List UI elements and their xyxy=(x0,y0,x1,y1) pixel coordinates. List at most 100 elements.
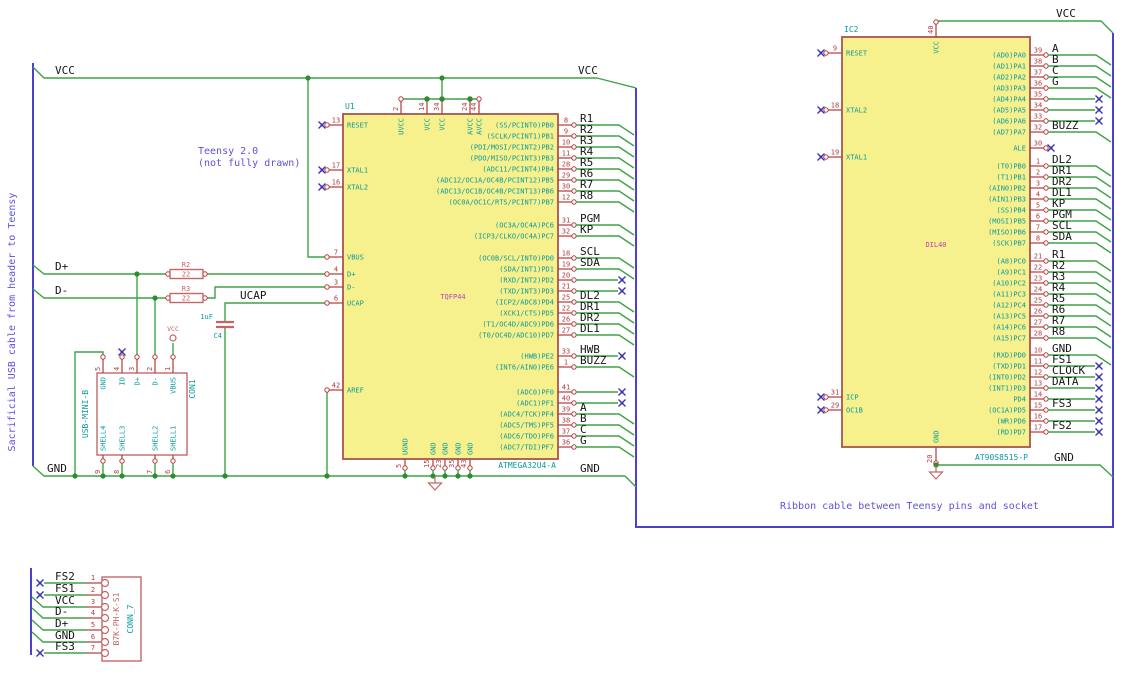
pin-number: 42 xyxy=(332,382,340,390)
pin-terminal xyxy=(1043,163,1049,169)
pin-name: VBUS xyxy=(170,377,178,394)
c4-reference: C4 xyxy=(214,332,222,340)
net-label-gnd-left[interactable]: GND xyxy=(47,462,67,475)
pin-number: 24 xyxy=(461,103,469,111)
net-label-BUZZ[interactable]: BUZZ xyxy=(1052,119,1079,132)
pin-terminal xyxy=(571,199,577,205)
wire-gnd-bus-entry[interactable] xyxy=(624,475,637,488)
pin-number: 2 xyxy=(146,367,154,371)
pin-number: 31 xyxy=(562,217,570,225)
net-label-dplus[interactable]: D+ xyxy=(55,260,69,273)
pin-name: (ADC13/OC1B/OC4B/PCINT13)PB6 xyxy=(436,188,554,196)
pin-name: (ADC4/TCK)PF4 xyxy=(499,411,554,419)
pin-name: (SS/PCINT0)PB0 xyxy=(495,122,554,130)
conn7-pin-ring xyxy=(100,637,110,647)
wire-ic2-gnd[interactable] xyxy=(936,464,1114,478)
net-label-SDA[interactable]: SDA xyxy=(1052,230,1072,243)
net-wire-G[interactable] xyxy=(576,446,635,458)
conn7-pin-ring xyxy=(100,613,110,623)
wire-dplus-left[interactable] xyxy=(32,264,170,275)
pin-name: (RXD/INT2)PD2 xyxy=(499,277,554,285)
pin-name: AREF xyxy=(347,387,364,395)
pin-name: (OC3A/OC4A)PC6 xyxy=(495,222,554,230)
resistor-r3-value: 22 xyxy=(182,295,190,303)
net-label-R8[interactable]: R8 xyxy=(580,189,593,202)
pin-number: 21 xyxy=(1034,253,1042,261)
pin-name: OC1B xyxy=(846,407,863,415)
wire-ic2-vcc[interactable] xyxy=(936,20,1114,34)
pin-number: 30 xyxy=(1034,140,1042,148)
net-label-vcc-right[interactable]: VCC xyxy=(1056,7,1076,20)
net-label-vcc-left[interactable]: VCC xyxy=(55,64,75,77)
conn7-value: B7K-PH-K-S1 xyxy=(112,592,121,645)
net-label-FS2[interactable]: FS2 xyxy=(1052,419,1072,432)
pin-name: D- xyxy=(152,377,160,385)
net-label-dminus[interactable]: D- xyxy=(55,284,68,297)
pin-name: (ADC1)PF1 xyxy=(516,400,554,408)
net-label-ucap[interactable]: UCAP xyxy=(240,289,267,302)
pin-number: 40 xyxy=(562,395,570,403)
pin-name: (AD0)PA0 xyxy=(992,52,1026,60)
junction-dot xyxy=(170,473,176,479)
pin-number: 32 xyxy=(1034,124,1042,132)
net-label-DATA[interactable]: DATA xyxy=(1052,375,1079,388)
pin-terminal xyxy=(1043,145,1049,151)
junction-dot xyxy=(402,473,408,479)
net-label-vcc-mid[interactable]: VCC xyxy=(578,64,598,77)
net-wire-BUZZ[interactable] xyxy=(576,366,635,378)
wire-ucap[interactable] xyxy=(224,302,329,321)
net-wire-R8[interactable] xyxy=(576,201,635,213)
pin-number: 10 xyxy=(562,139,570,147)
net-wire-BUZZ[interactable] xyxy=(1048,131,1112,143)
pin-number: 34 xyxy=(433,103,441,111)
schematic-canvas[interactable]: Sacrificial USB cable from header to Tee… xyxy=(0,0,1131,690)
pin-name: RESET xyxy=(846,50,868,58)
pin-number: 26 xyxy=(1034,308,1042,316)
net-label-FS3[interactable]: FS3 xyxy=(1052,397,1072,410)
pin-name: (TXD/INT3)PD3 xyxy=(499,288,554,296)
pin-number: 13 xyxy=(1034,380,1042,388)
net-label-SDA[interactable]: SDA xyxy=(580,256,600,269)
net-label-BUZZ[interactable]: BUZZ xyxy=(580,354,607,367)
net-label-KP[interactable]: KP xyxy=(580,223,594,236)
pin-terminal xyxy=(1043,196,1049,202)
resistor-r3-reference: R3 xyxy=(182,285,190,293)
pin-number: 38 xyxy=(1034,58,1042,66)
pin-number: 44 xyxy=(470,103,478,111)
wire-dminus-left[interactable] xyxy=(32,288,170,299)
wire-vbus[interactable] xyxy=(307,78,329,258)
net-label-gnd-mid[interactable]: GND xyxy=(580,462,600,475)
pin-terminal xyxy=(571,222,577,228)
conn7-pin-ring xyxy=(100,625,110,635)
pin-terminal xyxy=(1043,418,1049,424)
pin-name: (PDI/MOSI/PCINT2)PB2 xyxy=(470,144,554,152)
pin-name: VCC xyxy=(424,118,432,131)
pin-terminal xyxy=(1043,129,1049,135)
pin-number: 12 xyxy=(562,194,570,202)
pin-name: VCC xyxy=(439,118,447,131)
usb-reference: CON1 xyxy=(188,379,197,398)
pin-number: 2 xyxy=(1036,169,1040,177)
pin-terminal xyxy=(571,321,577,327)
pin-number: 36 xyxy=(1034,80,1042,88)
pin-name: (ADC7/TDI)PF7 xyxy=(499,444,554,452)
pin-number: 6 xyxy=(1036,213,1040,221)
net-label-DL1[interactable]: DL1 xyxy=(580,322,600,335)
pin-name: GND xyxy=(455,442,463,455)
pin-terminal xyxy=(170,458,176,464)
pin-name: (OC0A/OC1C/RTS/PCINT7)PB7 xyxy=(449,199,554,207)
wire-vcc-bus-entry[interactable] xyxy=(596,77,637,89)
net-label-gnd-right[interactable]: GND xyxy=(1054,451,1074,464)
pin-name: UGND xyxy=(402,438,410,455)
net-label-G[interactable]: G xyxy=(1052,75,1059,88)
wire-vcc-rail[interactable] xyxy=(32,66,597,79)
pin-number: 26 xyxy=(562,316,570,324)
net-label-FS3[interactable]: FS3 xyxy=(55,640,75,653)
pin-terminal xyxy=(571,400,577,406)
pin-number: 36 xyxy=(562,439,570,447)
net-label-R8[interactable]: R8 xyxy=(1052,325,1065,338)
pin-terminal xyxy=(1043,240,1049,246)
resistor-r2-reference: R2 xyxy=(182,261,190,269)
junction-dot xyxy=(119,473,125,479)
net-label-G[interactable]: G xyxy=(580,434,587,447)
